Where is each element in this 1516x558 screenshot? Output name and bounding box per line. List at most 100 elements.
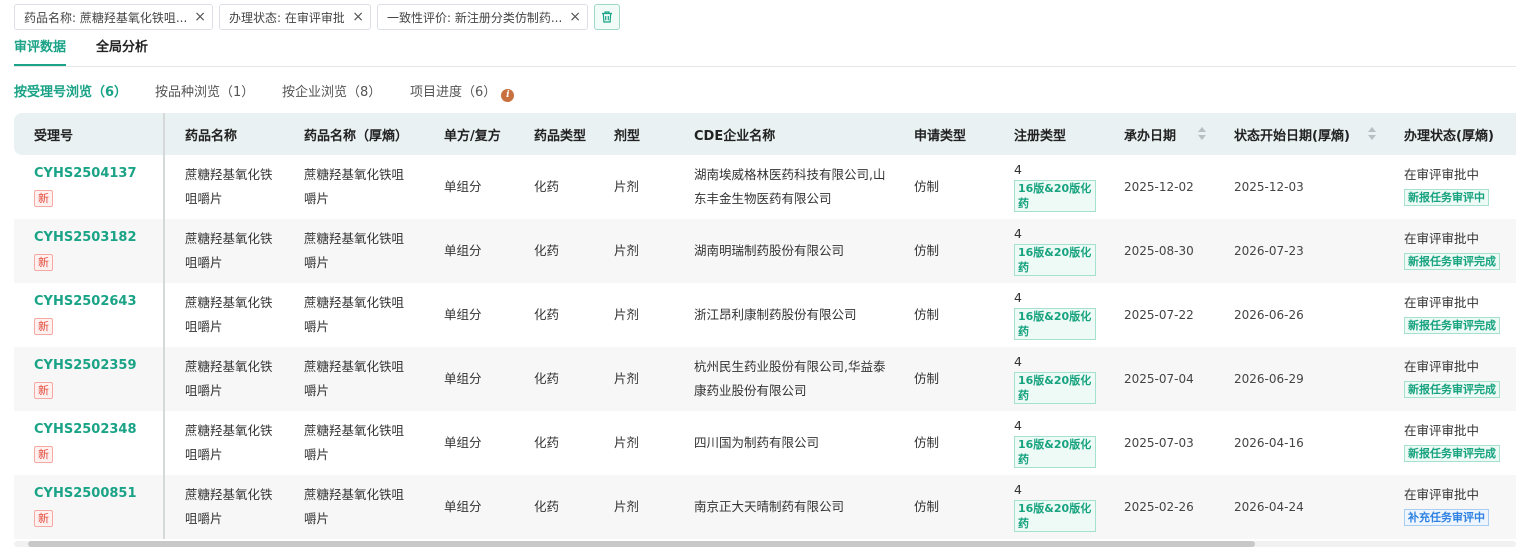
- horizontal-scrollbar[interactable]: [14, 541, 1516, 547]
- cell-status-start-date: 2026-04-24: [1214, 475, 1384, 539]
- cell-drug-name: 蔗糖羟基氧化铁咀嚼片: [164, 347, 284, 411]
- cell-dosage-form: 片剂: [594, 475, 674, 539]
- cell-registration-type: 4 16版&20版化药: [994, 283, 1104, 347]
- column-header: 受理号: [14, 113, 165, 155]
- registration-class: 4: [1014, 289, 1022, 305]
- tab-project-progress[interactable]: 项目进度（6） i: [410, 84, 515, 102]
- table-header-row: 受理号 药品名称 药品名称（厚熵） 单方/复方 药品类型 剂型 CDE企业名称 …: [14, 113, 1516, 155]
- cell-drug-name: 蔗糖羟基氧化铁咀嚼片: [185, 295, 273, 334]
- registration-class: 4: [1014, 225, 1022, 241]
- cell-company: 四川国为制药有限公司: [694, 435, 820, 450]
- cell-acceptance-no: CYHS2500851 新: [14, 475, 165, 539]
- cell-status: 在审评审批中 新报任务审评完成: [1384, 347, 1516, 411]
- cell-composition: 单组分: [444, 307, 482, 322]
- cell-drug-type: 化药: [534, 307, 560, 322]
- cell-composition: 单组分: [424, 219, 514, 283]
- cell-registration-type: 4 16版&20版化药: [994, 475, 1104, 539]
- cell-company: 杭州民生药业股份有限公司,华益泰康药业股份有限公司: [674, 347, 894, 411]
- registration-tag: 16版&20版化药: [1014, 435, 1096, 468]
- cell-application-type: 仿制: [894, 347, 994, 411]
- registration-class: 4: [1014, 417, 1022, 433]
- registration-class: 4: [1014, 161, 1022, 177]
- status-text: 在审评审批中: [1404, 423, 1480, 438]
- sort-icon[interactable]: [1368, 126, 1376, 142]
- cell-company: 南京正大天晴制药有限公司: [674, 475, 894, 539]
- acceptance-no-link[interactable]: CYHS2502348: [34, 421, 155, 439]
- cell-drug-type: 化药: [514, 219, 594, 283]
- registration-class: 4: [1014, 353, 1022, 369]
- cell-status: 在审评审批中 新报任务审评完成: [1384, 283, 1516, 347]
- cell-undertake-date: 2025-08-30: [1104, 219, 1214, 283]
- info-icon[interactable]: i: [501, 89, 515, 102]
- cell-drug-name-alt: 蔗糖羟基氧化铁咀嚼片: [284, 475, 424, 539]
- tab-global-analysis[interactable]: 全局分析: [96, 38, 148, 58]
- tab-by-variety[interactable]: 按品种浏览（1）: [155, 84, 254, 102]
- sort-icon[interactable]: [1198, 126, 1206, 142]
- cell-registration-type: 4 16版&20版化药: [994, 347, 1104, 411]
- filter-bar: 药品名称: 蔗糖羟基氧化铁咀... × 办理状态: 在审评审批中 × 一致性评价…: [14, 4, 620, 30]
- new-badge: 新: [34, 189, 53, 207]
- status-text: 在审评审批中: [1404, 487, 1480, 502]
- cell-status-start-date: 2025-12-03: [1234, 180, 1304, 194]
- close-icon[interactable]: ×: [352, 10, 364, 24]
- registration-tag: 16版&20版化药: [1014, 371, 1096, 404]
- acceptance-no-link[interactable]: CYHS2504137: [34, 165, 155, 183]
- column-header-sortable[interactable]: 状态开始日期(厚熵): [1214, 113, 1384, 155]
- clear-filters-button[interactable]: [594, 4, 620, 30]
- status-text: 在审评审批中: [1404, 167, 1480, 182]
- cell-drug-type: 化药: [534, 435, 560, 450]
- acceptance-no-link[interactable]: CYHS2503182: [34, 229, 155, 247]
- close-icon[interactable]: ×: [569, 10, 581, 24]
- cell-company: 湖南埃威格林医药科技有限公司,山东丰金生物医药有限公司: [694, 167, 886, 206]
- cell-undertake-date: 2025-12-02: [1124, 180, 1194, 194]
- cell-undertake-date: 2025-07-04: [1104, 347, 1214, 411]
- tab-project-progress-label: 项目进度（6）: [410, 85, 497, 100]
- column-header-sortable[interactable]: 办理状态(厚熵): [1384, 113, 1516, 155]
- cell-drug-name-alt: 蔗糖羟基氧化铁咀嚼片: [304, 295, 405, 334]
- cell-registration-type: 4 16版&20版化药: [994, 219, 1104, 283]
- status-tag: 新报任务审评完成: [1404, 317, 1500, 334]
- filter-chip-consistency[interactable]: 一致性评价: 新注册分类仿制药... ×: [377, 4, 588, 30]
- status-text: 在审评审批中: [1404, 295, 1480, 310]
- registration-tag: 16版&20版化药: [1014, 307, 1096, 340]
- column-header-label: 状态开始日期(厚熵): [1234, 128, 1350, 144]
- filter-chip-label: 办理状态: 在审评审批中: [229, 10, 345, 25]
- column-header: 注册类型: [994, 113, 1104, 155]
- cell-drug-name: 蔗糖羟基氧化铁咀嚼片: [164, 219, 284, 283]
- status-tag: 新报任务审评完成: [1404, 445, 1500, 462]
- new-badge: 新: [34, 317, 53, 335]
- tab-by-company[interactable]: 按企业浏览（8）: [282, 84, 381, 102]
- status-tag: 新报任务审评完成: [1404, 253, 1500, 270]
- tab-review-data[interactable]: 审评数据: [14, 38, 67, 66]
- cell-status: 在审评审批中 新报任务审评完成: [1384, 411, 1516, 475]
- cell-dosage-form: 片剂: [614, 179, 640, 194]
- cell-application-type: 仿制: [894, 219, 994, 283]
- scrollbar-thumb[interactable]: [28, 541, 1255, 547]
- cell-drug-name: 蔗糖羟基氧化铁咀嚼片: [185, 167, 273, 206]
- cell-application-type: 仿制: [914, 179, 940, 194]
- new-badge: 新: [34, 253, 53, 271]
- close-icon[interactable]: ×: [194, 10, 206, 24]
- cell-acceptance-no: CYHS2502348 新: [14, 411, 165, 475]
- acceptance-no-link[interactable]: CYHS2502359: [34, 357, 155, 375]
- filter-chip-label: 药品名称: 蔗糖羟基氧化铁咀...: [24, 10, 187, 25]
- table-row: CYHS2502348 新 蔗糖羟基氧化铁咀嚼片 蔗糖羟基氧化铁咀嚼片 单组分 …: [14, 411, 1516, 475]
- cell-application-type: 仿制: [914, 435, 940, 450]
- registration-class: 4: [1014, 481, 1022, 497]
- column-header-sortable[interactable]: 承办日期: [1104, 113, 1214, 155]
- cell-acceptance-no: CYHS2503182 新: [14, 219, 165, 283]
- acceptance-no-link[interactable]: CYHS2502643: [34, 293, 155, 311]
- cell-undertake-date: 2025-02-26: [1104, 475, 1214, 539]
- column-header: 单方/复方: [424, 113, 514, 155]
- cell-drug-name-alt: 蔗糖羟基氧化铁咀嚼片: [284, 219, 424, 283]
- new-badge: 新: [34, 445, 53, 463]
- cell-drug-type: 化药: [514, 475, 594, 539]
- filter-chip-drug-name[interactable]: 药品名称: 蔗糖羟基氧化铁咀... ×: [14, 4, 213, 30]
- cell-composition: 单组分: [444, 435, 482, 450]
- cell-undertake-date: 2025-07-22: [1124, 308, 1194, 322]
- filter-chip-status[interactable]: 办理状态: 在审评审批中 ×: [219, 4, 371, 30]
- tab-by-acceptance-no[interactable]: 按受理号浏览（6）: [14, 84, 127, 102]
- acceptance-no-link[interactable]: CYHS2500851: [34, 485, 155, 503]
- cell-drug-name: 蔗糖羟基氧化铁咀嚼片: [185, 423, 273, 462]
- registration-tag: 16版&20版化药: [1014, 499, 1096, 532]
